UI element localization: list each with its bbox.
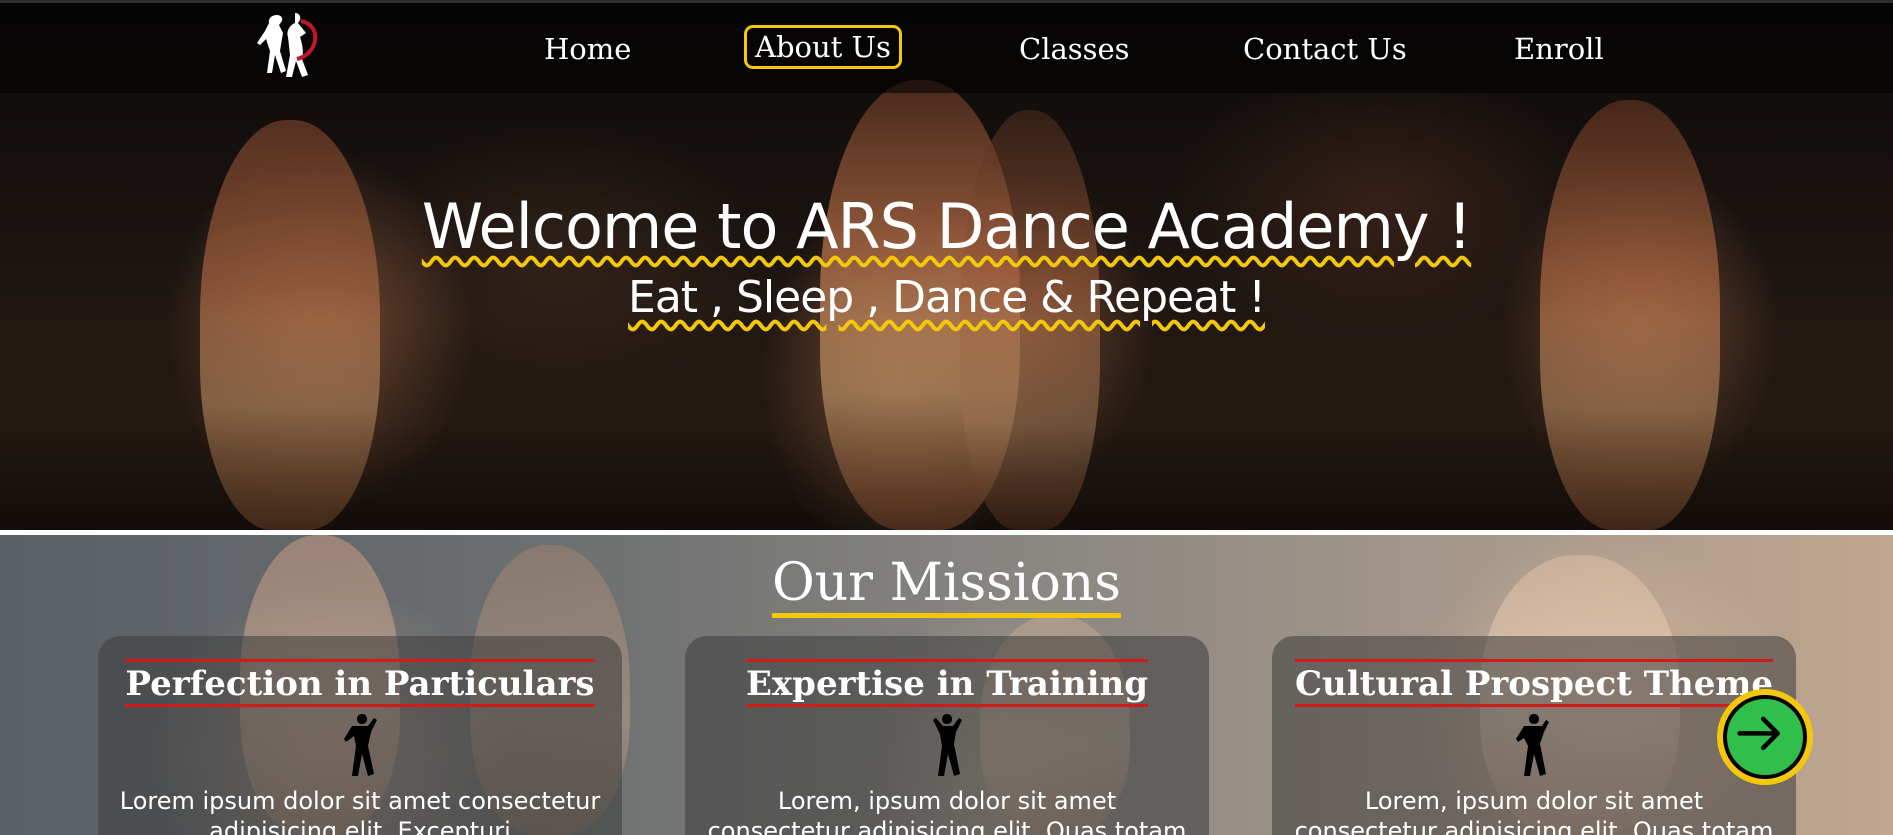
dancer-silhouette-icon [933,714,962,776]
dancer-silhouette-icon [1516,714,1549,776]
hero-subtitle-text: Eat , Sleep , Dance & Repeat ! [628,272,1266,323]
dancer-silhouette-icon [344,714,377,776]
mission-card-text: Lorem, ipsum dolor sit amet consectetur … [1294,787,1774,835]
missions-title-text: Our Missions [772,553,1121,618]
mission-card-title-text: Expertise in Training [745,659,1149,707]
mission-card-title-text: Perfection in Particulars [125,659,595,707]
hero-section: Home About Us Classes Contact Us Enroll … [0,0,1893,530]
mission-card-title: Perfection in Particulars [98,659,622,707]
mission-card-title: Expertise in Training [685,659,1209,707]
navbar: Home About Us Classes Contact Us Enroll [0,3,1893,93]
hero-title-text: Welcome to ARS Dance Academy ! [421,190,1472,263]
nav-about-us[interactable]: About Us [744,25,902,69]
dancers-logo-icon[interactable] [255,11,327,77]
nav-enroll[interactable]: Enroll [1514,27,1604,71]
nav-classes[interactable]: Classes [1019,27,1130,71]
hero-subtitle: Eat , Sleep , Dance & Repeat ! [0,272,1893,323]
next-button-inner [1723,695,1807,779]
hero-title: Welcome to ARS Dance Academy ! [0,190,1893,263]
arrow-right-icon [1737,716,1780,751]
missions-title: Our Missions [0,553,1893,618]
mission-card-1: Perfection in Particulars Lorem ipsum do… [98,636,622,835]
next-arrow-button[interactable] [1717,689,1813,785]
missions-section: Our Missions Perfection in Particulars L… [0,535,1893,835]
mission-card-title: Cultural Prospect Theme [1272,659,1796,707]
mission-card-title-text: Cultural Prospect Theme [1294,659,1774,707]
mission-card-text: Lorem ipsum dolor sit amet consectetur a… [119,787,601,835]
nav-contact-us[interactable]: Contact Us [1243,27,1407,71]
mission-card-2: Expertise in Training Lorem, ipsum dolor… [685,636,1209,835]
nav-home[interactable]: Home [544,27,631,71]
mission-card-text: Lorem, ipsum dolor sit amet consectetur … [707,787,1187,835]
